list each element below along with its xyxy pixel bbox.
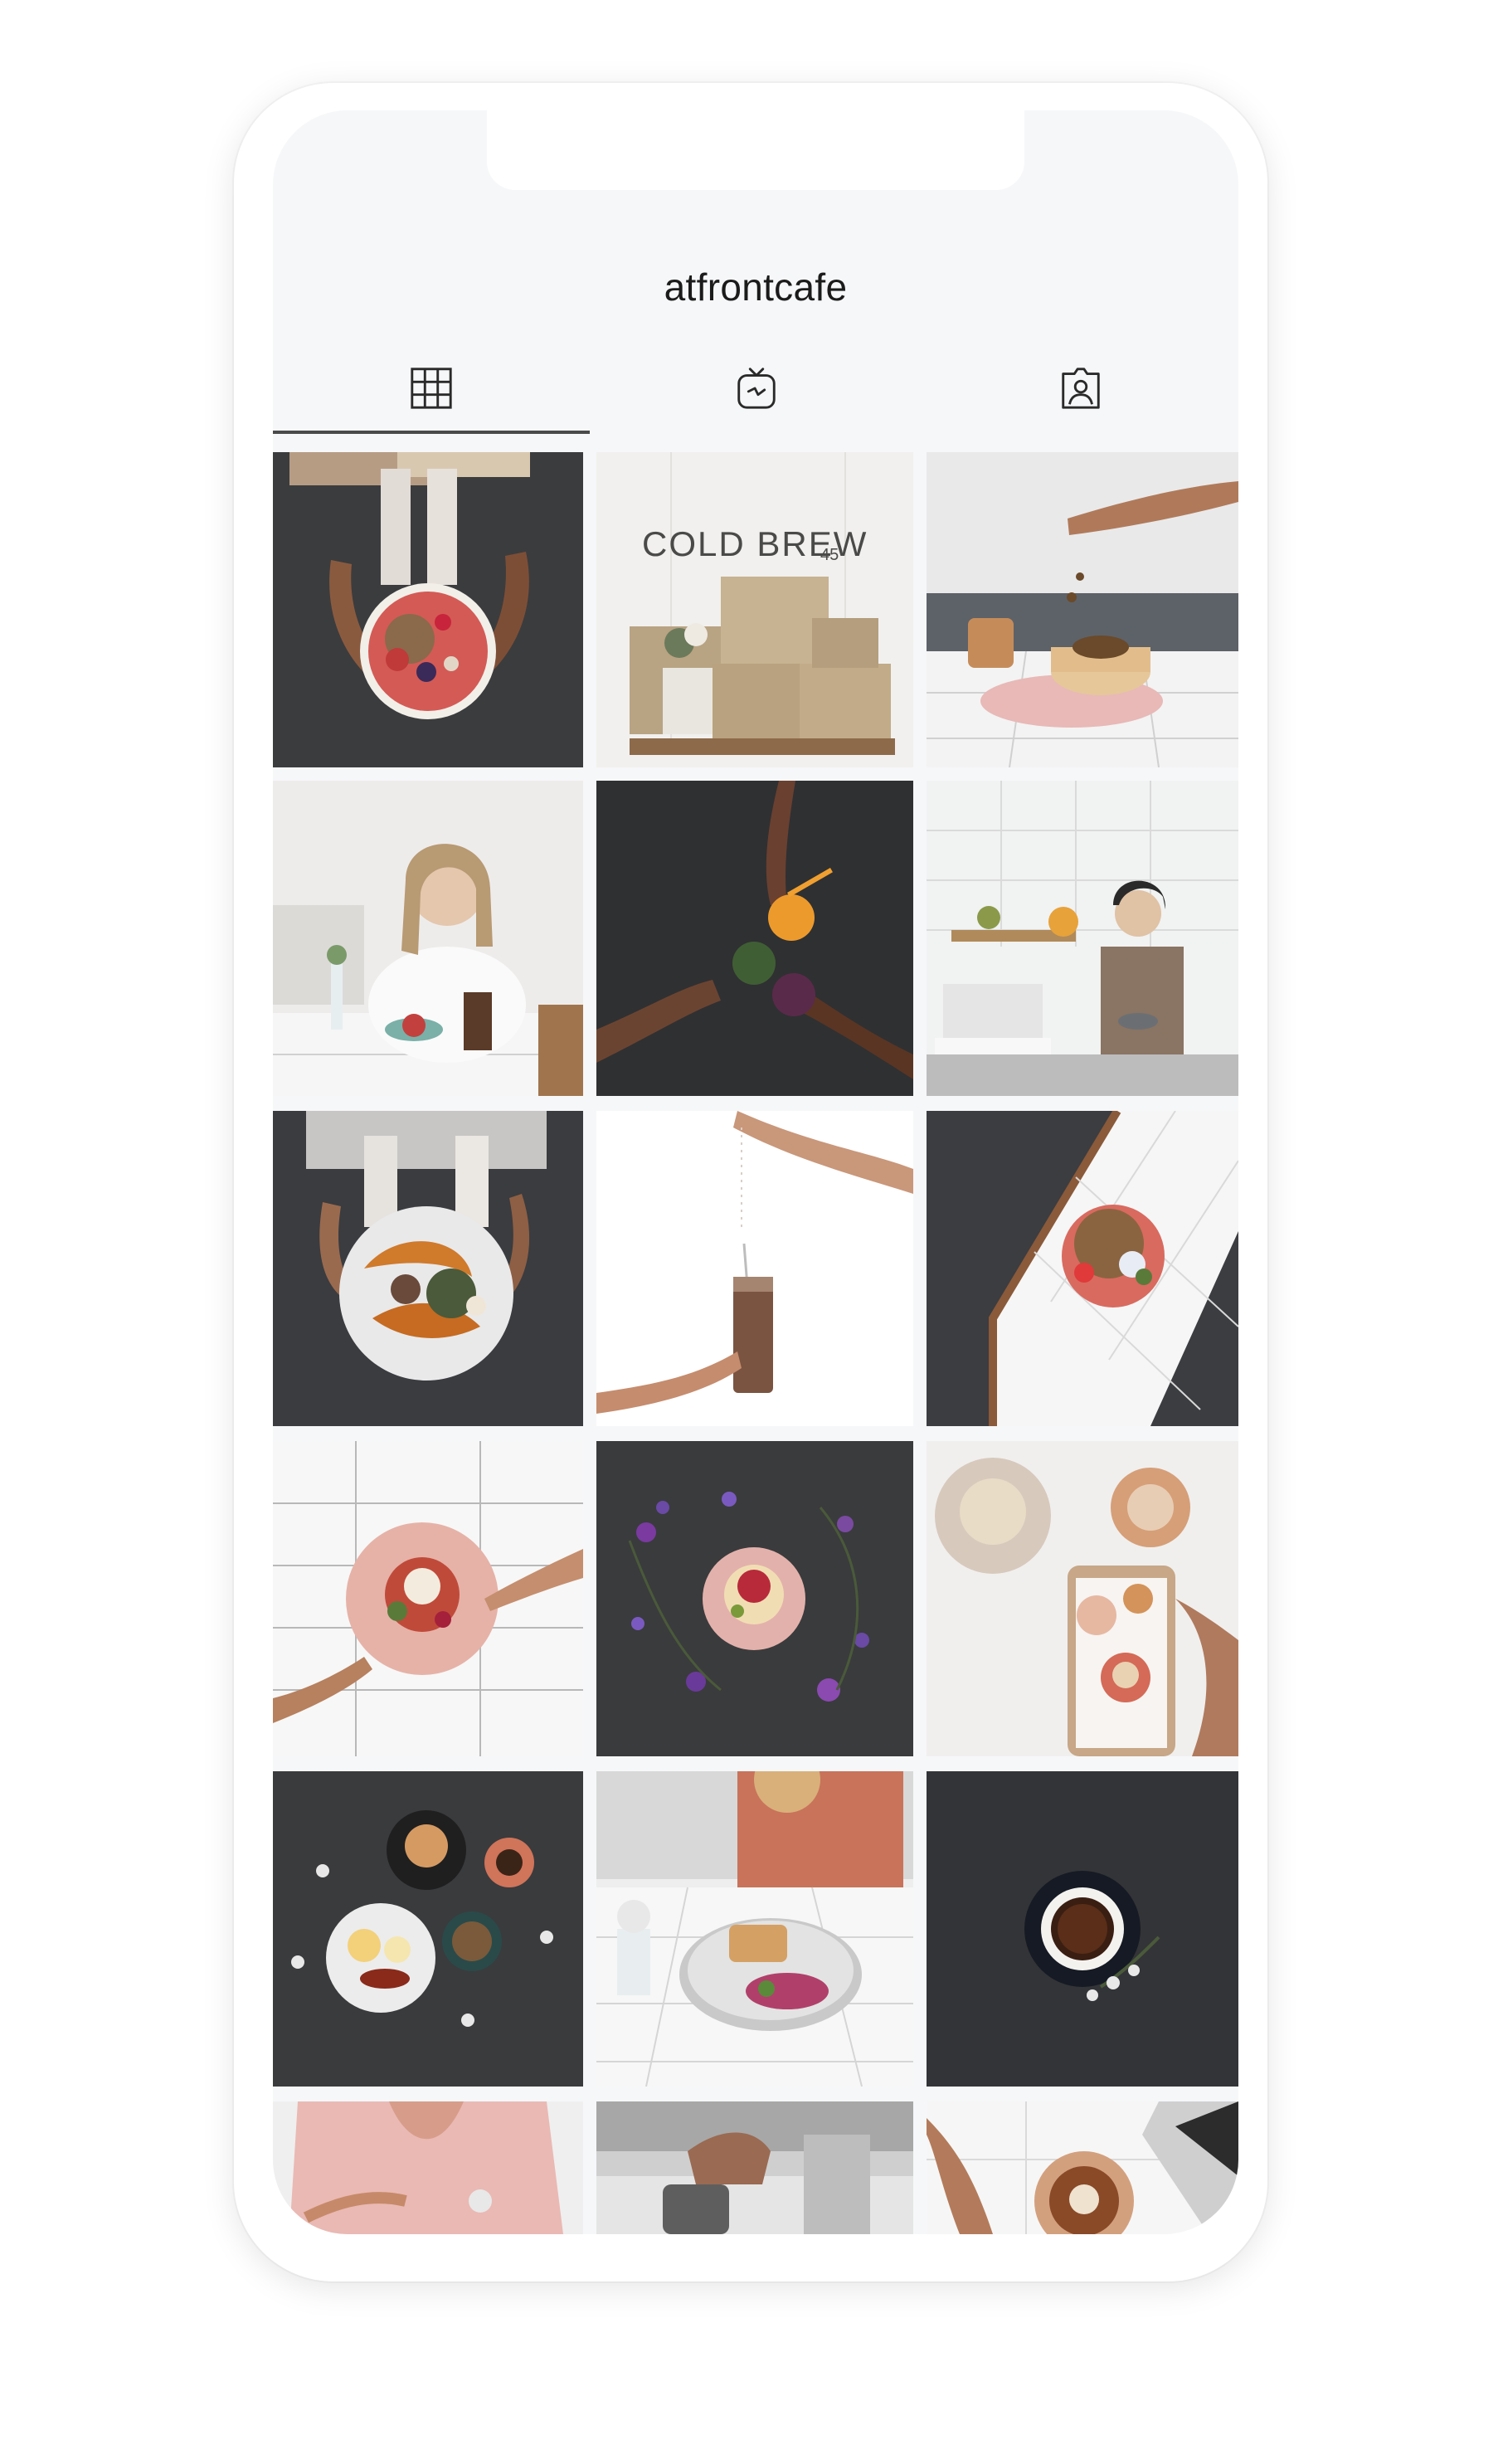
- post-thumbnail[interactable]: [273, 2101, 583, 2234]
- post-thumbnail[interactable]: [596, 1111, 913, 1426]
- grid-icon: [407, 364, 455, 416]
- post-thumbnail[interactable]: [927, 1771, 1238, 2087]
- profile-username: atfrontcafe: [664, 265, 848, 309]
- tab-grid[interactable]: [273, 359, 590, 434]
- tab-tagged[interactable]: [923, 359, 1238, 434]
- post-thumbnail[interactable]: [596, 781, 913, 1096]
- post-thumbnail[interactable]: [273, 452, 583, 767]
- post-thumbnail[interactable]: [273, 781, 583, 1096]
- profile-tabs: [273, 359, 1238, 434]
- igtv-icon: [732, 364, 781, 416]
- post-thumbnail[interactable]: COLD BREW 45: [596, 452, 913, 767]
- post-thumbnail[interactable]: [273, 1771, 583, 2087]
- post-thumbnail[interactable]: [927, 781, 1238, 1096]
- post-thumbnail[interactable]: [596, 1771, 913, 2087]
- tagged-person-icon: [1057, 364, 1105, 416]
- post-thumbnail[interactable]: [927, 1111, 1238, 1426]
- post-thumbnail[interactable]: [596, 2101, 913, 2234]
- tab-igtv[interactable]: [590, 359, 923, 434]
- post-thumbnail[interactable]: [273, 1111, 583, 1426]
- notch: [487, 110, 1024, 190]
- sign-number: 45: [820, 546, 839, 564]
- post-thumbnail[interactable]: [927, 452, 1238, 767]
- phone-screen: atfrontcafe COLD BREW 45: [273, 110, 1238, 2234]
- post-thumbnail[interactable]: [596, 1441, 913, 1756]
- post-thumbnail[interactable]: [927, 2101, 1238, 2234]
- post-thumbnail[interactable]: [273, 1441, 583, 1756]
- post-thumbnail[interactable]: [927, 1441, 1238, 1756]
